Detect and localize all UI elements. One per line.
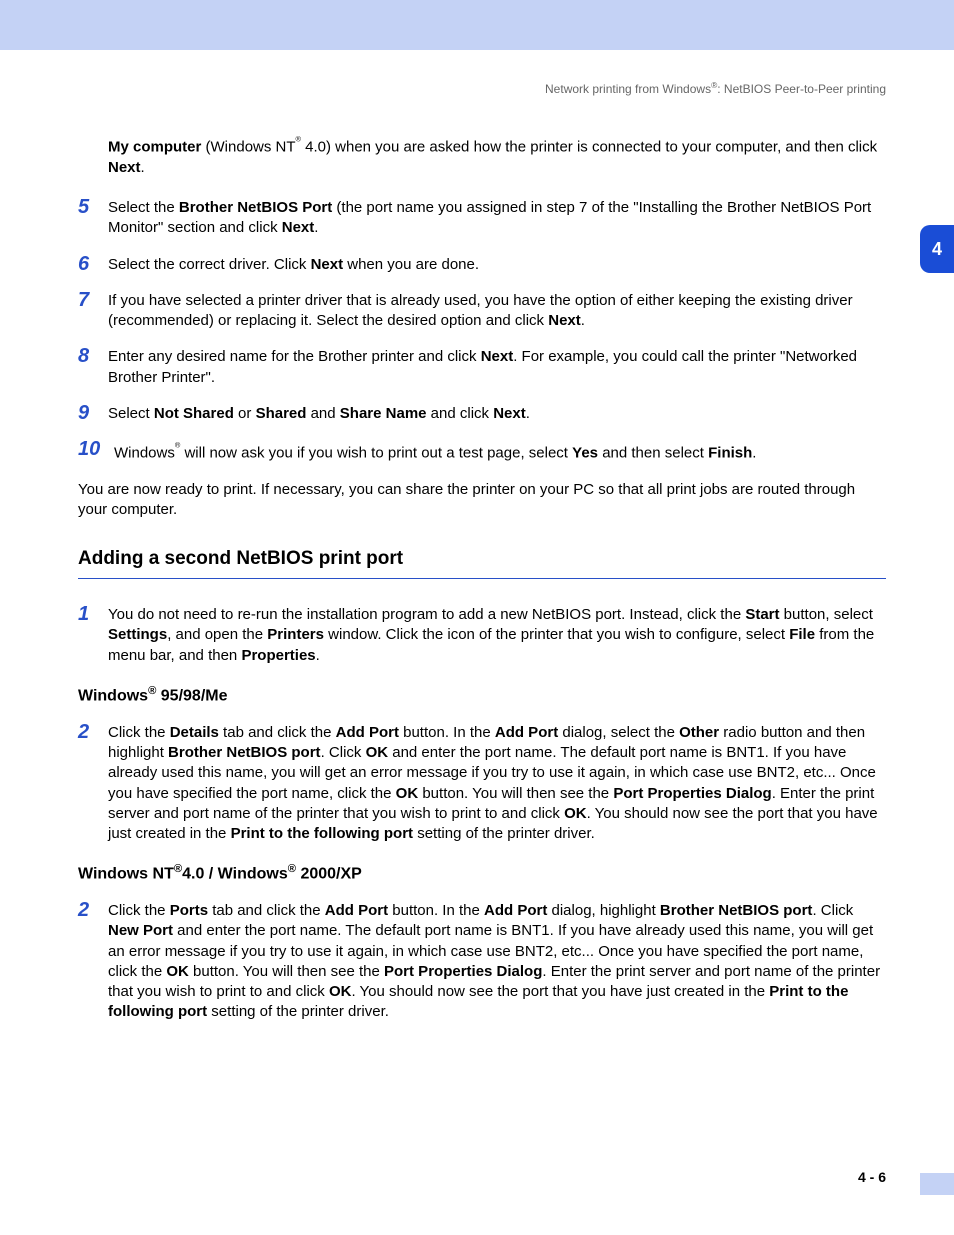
step-item: 8Enter any desired name for the Brother … (78, 345, 886, 388)
step-number: 2 (78, 899, 108, 1023)
step-number: 9 (78, 402, 108, 424)
footer-tab (920, 1173, 954, 1195)
step-list: 5Select the Brother NetBIOS Port (the po… (78, 196, 886, 464)
step-body: Click the Details tab and click the Add … (108, 721, 886, 845)
step-item: 6Select the correct driver. Click Next w… (78, 253, 886, 275)
step-body: Select the Brother NetBIOS Port (the por… (108, 196, 886, 239)
top-bar (0, 0, 954, 50)
step-body: Select the correct driver. Click Next wh… (108, 253, 886, 275)
step-number: 5 (78, 196, 108, 239)
subheading-win9598me: Windows® 95/98/Me (78, 684, 886, 707)
page-content: My computer (Windows NT® 4.0) when you a… (0, 97, 954, 1022)
step-spacer (78, 132, 108, 178)
step-number: 7 (78, 289, 108, 332)
step-number: 1 (78, 603, 108, 666)
sub1-step: 2 Click the Details tab and click the Ad… (78, 721, 886, 845)
step-number: 10 (78, 438, 114, 464)
step-body: You do not need to re-run the installati… (108, 603, 886, 666)
section-rule (78, 578, 886, 579)
step-number: 2 (78, 721, 108, 845)
running-header: Network printing from Windows®: NetBIOS … (0, 50, 954, 97)
step-body: Enter any desired name for the Brother p… (108, 345, 886, 388)
intro-continuation: My computer (Windows NT® 4.0) when you a… (78, 132, 886, 178)
step-number: 8 (78, 345, 108, 388)
step-body: Windows® will now ask you if you wish to… (114, 438, 886, 464)
intro-body: My computer (Windows NT® 4.0) when you a… (108, 132, 886, 178)
header-text: Network printing from Windows®: NetBIOS … (545, 82, 886, 96)
section-heading: Adding a second NetBIOS print port (78, 546, 886, 572)
step-body: Select Not Shared or Shared and Share Na… (108, 402, 886, 424)
step-item: 10Windows® will now ask you if you wish … (78, 438, 886, 464)
section2-step1: 1 You do not need to re-run the installa… (78, 603, 886, 666)
chapter-tab: 4 (920, 225, 954, 273)
chapter-number: 4 (932, 237, 942, 261)
step-body: Click the Ports tab and click the Add Po… (108, 899, 886, 1023)
closing-paragraph: You are now ready to print. If necessary… (78, 480, 886, 521)
page-number: 4 - 6 (858, 1168, 886, 1187)
subheading-winnt2000xp: Windows NT®4.0 / Windows® 2000/XP (78, 862, 886, 885)
step-item: 9Select Not Shared or Shared and Share N… (78, 402, 886, 424)
step-item: 7If you have selected a printer driver t… (78, 289, 886, 332)
sub2-step: 2 Click the Ports tab and click the Add … (78, 899, 886, 1023)
step-body: If you have selected a printer driver th… (108, 289, 886, 332)
step-item: 5Select the Brother NetBIOS Port (the po… (78, 196, 886, 239)
step-number: 6 (78, 253, 108, 275)
